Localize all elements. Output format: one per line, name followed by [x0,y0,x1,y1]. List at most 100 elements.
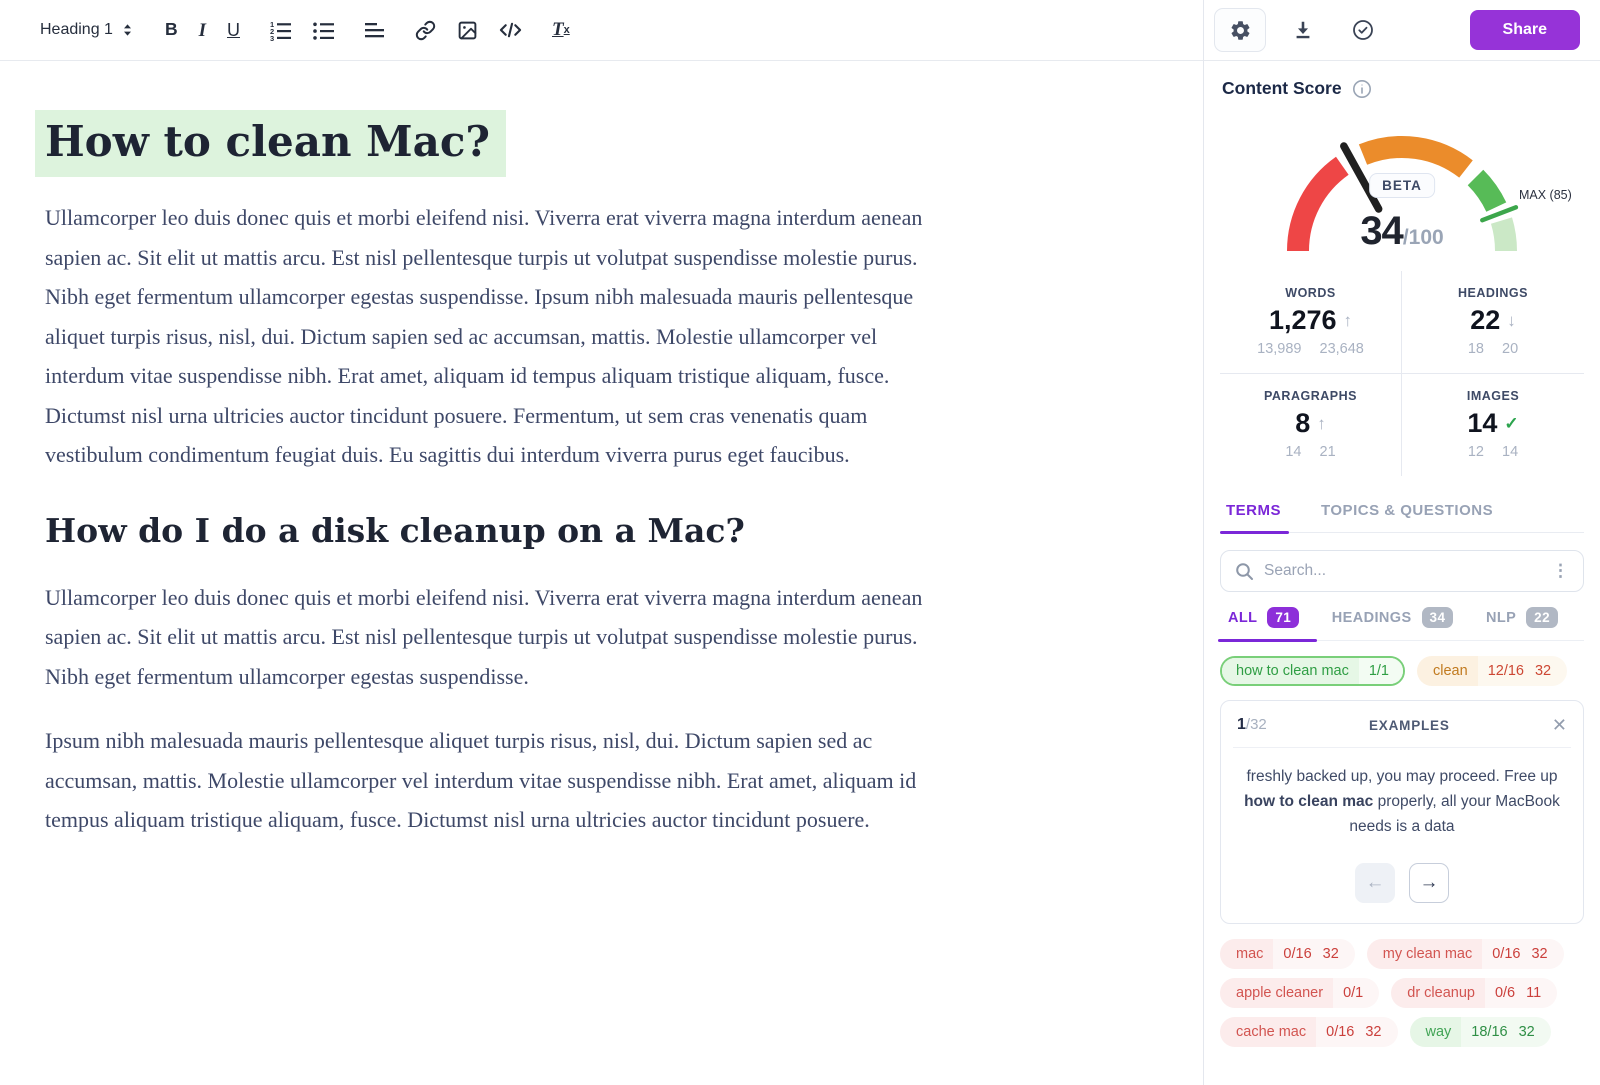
term-ratio: 0/16 [1492,946,1520,962]
selected-term-row: how to clean mac 1/1 clean 12/1632 [1220,656,1584,686]
term-chip-my-clean-mac[interactable]: my clean mac 0/1632 [1367,939,1564,969]
term-chip-apple-cleaner[interactable]: apple cleaner 0/1 [1220,978,1379,1008]
underline-button[interactable]: U [227,21,240,39]
close-icon[interactable]: ✕ [1552,716,1567,734]
term-pages: 11 [1526,985,1541,1001]
term-text: clean [1417,656,1478,686]
stat-headings: HEADINGS 22↓ 1820 [1402,271,1584,374]
term-pages: 32 [1365,1024,1381,1040]
stat-value: 14 [1467,408,1497,439]
align-button[interactable] [365,22,385,38]
snippet-before: freshly backed up, you may proceed. Free… [1246,768,1557,785]
filter-nlp[interactable]: NLP 22 [1484,607,1560,640]
score-readout: 34 /100 [1360,209,1443,254]
code-button[interactable] [499,20,522,40]
image-button[interactable] [457,20,478,41]
arrow-right-icon: → [1420,872,1439,894]
filter-count-badge: 34 [1422,607,1454,628]
term-pages: 32 [1519,1024,1535,1040]
download-icon [1292,19,1314,41]
heading-style-select[interactable]: Heading 1 [40,21,135,39]
snippet-after: properly, all your MacBook needs is a da… [1349,793,1560,835]
term-ratio: 0/1 [1343,985,1363,1001]
stat-value: 8 [1295,408,1310,439]
stat-images: IMAGES 14✓ 1214 [1402,374,1584,476]
term-text: way [1410,1017,1462,1047]
stat-range-high: 21 [1320,444,1336,460]
term-text: mac [1220,939,1273,969]
clear-formatting-button[interactable]: Tx [552,19,570,41]
term-chip-cache-mac[interactable]: cache mac 0/1632 [1220,1017,1398,1047]
example-snippet: freshly backed up, you may proceed. Free… [1237,764,1567,839]
kebab-menu-icon[interactable]: ⋮ [1550,561,1571,581]
panel-tabs: TERMS TOPICS & QUESTIONS [1220,496,1584,533]
content-score-title: Content Score [1222,78,1342,99]
share-button[interactable]: Share [1470,10,1580,50]
document-paragraph-3[interactable]: Ipsum nibh malesuada mauris pellentesque… [45,721,945,840]
content-score-panel: Share Content Score BETA [1204,0,1600,1085]
term-chip-list: mac 0/1632 my clean mac 0/1632 apple cle… [1220,939,1584,1047]
stat-range-high: 23,648 [1320,341,1364,357]
max-score-label: MAX (85) [1519,188,1572,202]
term-chip-clean[interactable]: clean 12/1632 [1417,656,1567,686]
document-h1[interactable]: How to clean Mac? [35,118,945,166]
italic-button[interactable]: I [199,21,206,40]
document-paragraph-1[interactable]: Ullamcorper leo duis donec quis et morbi… [45,198,945,475]
search-icon [1235,562,1254,581]
text-style-group: B I U [165,21,240,40]
document-h2[interactable]: How do I do a disk cleanup on a Mac? [45,511,945,550]
info-icon[interactable] [1352,79,1372,99]
examples-card: 1/32 EXAMPLES ✕ freshly backed up, you m… [1220,700,1584,924]
rich-text-editor[interactable]: How to clean Mac? Ullamcorper leo duis d… [0,61,1203,1085]
examples-nav: ← → [1237,863,1567,903]
term-text: apple cleaner [1220,978,1333,1008]
score-denominator: /100 [1403,226,1444,250]
term-chip-dr-cleanup[interactable]: dr cleanup 0/611 [1391,978,1557,1008]
arrow-left-icon: ← [1366,872,1385,894]
filter-all[interactable]: ALL 71 [1226,607,1301,640]
term-chip-how-to-clean-mac[interactable]: how to clean mac 1/1 [1220,656,1405,686]
search-input[interactable] [1264,562,1540,580]
clear-formatting-t: T [552,19,564,41]
score-value: 34 [1360,209,1403,254]
bold-button[interactable]: B [165,21,178,39]
stat-label: WORDS [1220,286,1401,300]
example-counter: 1/32 [1237,716,1267,734]
filter-label: HEADINGS [1332,610,1412,626]
term-chip-way[interactable]: way 18/1632 [1410,1017,1551,1047]
examples-title: EXAMPLES [1267,718,1552,733]
check-icon: ✓ [1504,414,1518,434]
settings-button[interactable] [1214,8,1266,52]
code-icon [499,20,522,40]
list-group: 123 [270,20,335,41]
snippet-term: how to clean mac [1244,793,1373,810]
example-total: /32 [1246,716,1267,733]
tab-terms[interactable]: TERMS [1224,496,1283,532]
stat-words: WORDS 1,276↑ 13,98923,648 [1220,271,1402,374]
filter-label: NLP [1486,610,1516,626]
next-example-button[interactable]: → [1409,863,1449,903]
document-paragraph-2[interactable]: Ullamcorper leo duis donec quis et morbi… [45,578,945,697]
term-chip-mac[interactable]: mac 0/1632 [1220,939,1355,969]
bullet-list-button[interactable] [313,20,335,41]
filter-headings[interactable]: HEADINGS 34 [1330,607,1456,640]
tab-topics-questions[interactable]: TOPICS & QUESTIONS [1319,496,1495,532]
stat-range-low: 18 [1468,341,1484,357]
ordered-list-button[interactable]: 123 [270,20,292,41]
link-button[interactable] [415,20,436,41]
stat-range-low: 12 [1468,444,1484,460]
download-button[interactable] [1280,8,1326,52]
trend-down-icon: ↓ [1507,311,1516,331]
term-text: how to clean mac [1222,658,1359,684]
term-ratio: 12/16 [1488,663,1524,679]
stat-label: PARAGRAPHS [1220,389,1401,403]
check-status-button[interactable] [1340,8,1386,52]
term-text: my clean mac [1367,939,1482,969]
bullet-list-icon [313,20,335,41]
examples-header: 1/32 EXAMPLES ✕ [1237,716,1567,734]
trend-up-icon: ↑ [1344,311,1353,331]
svg-text:3: 3 [270,34,274,41]
prev-example-button[interactable]: ← [1355,863,1395,903]
term-text: dr cleanup [1391,978,1485,1008]
image-icon [457,20,478,41]
